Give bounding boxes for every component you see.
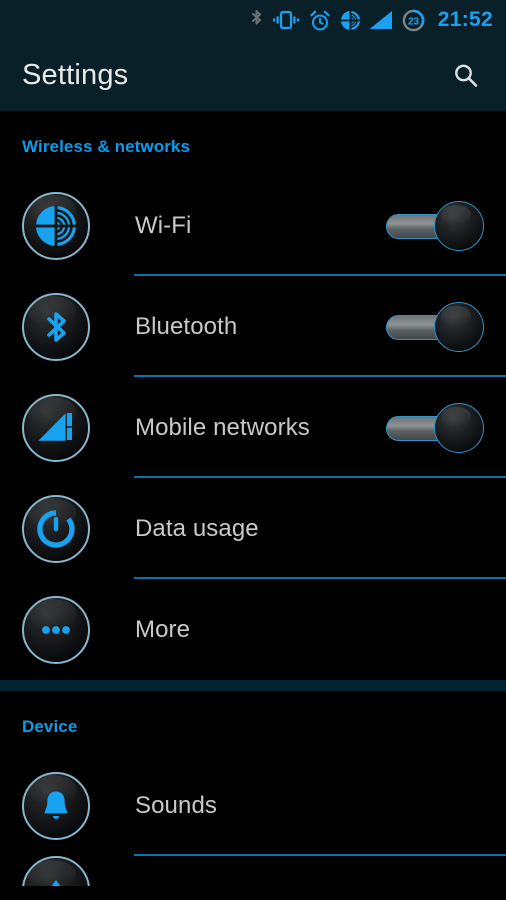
- alarm-clock-icon: [309, 10, 331, 31]
- page-title: Settings: [22, 59, 129, 91]
- bluetooth-icon: [22, 292, 90, 361]
- settings-row-sounds[interactable]: Sounds: [0, 755, 506, 856]
- bluetooth-icon: [250, 9, 263, 31]
- settings-row-label: Wi-Fi: [135, 211, 192, 239]
- settings-row-label: Data usage: [135, 514, 259, 542]
- settings-row-label: Sounds: [135, 791, 217, 819]
- settings-row-mobile-networks[interactable]: Mobile networks: [0, 377, 506, 478]
- action-bar: Settings: [0, 40, 506, 111]
- status-bar-clock: 21:52: [437, 8, 493, 31]
- battery-level-text: 23: [408, 16, 420, 27]
- settings-screen: 23 21:52 Settings Wireless & networks Wi…: [0, 0, 506, 900]
- battery-icon: 23: [402, 9, 425, 32]
- display-icon: [22, 856, 90, 886]
- wifi-icon: [340, 10, 361, 31]
- settings-row-partial[interactable]: [0, 856, 506, 886]
- wifi-icon: [22, 191, 90, 260]
- cellular-signal-icon: [22, 393, 90, 462]
- cellular-signal-icon: [369, 10, 393, 30]
- toggle-knob[interactable]: [434, 200, 484, 251]
- settings-row-wifi[interactable]: Wi-Fi: [0, 175, 506, 276]
- wifi-toggle[interactable]: [386, 200, 484, 251]
- section-separator: [0, 680, 506, 691]
- bell-icon: [22, 771, 90, 840]
- vibrate-icon: [272, 10, 300, 30]
- search-icon[interactable]: [444, 54, 488, 98]
- settings-row-label: Mobile networks: [135, 413, 310, 441]
- status-bar: 23 21:52: [0, 0, 506, 40]
- section-header-device: Device: [22, 717, 78, 736]
- row-divider: [134, 854, 506, 856]
- settings-row-label: More: [135, 615, 191, 643]
- toggle-knob[interactable]: [434, 301, 484, 352]
- mobile-networks-toggle[interactable]: [386, 402, 484, 453]
- settings-row-data-usage[interactable]: Data usage: [0, 478, 506, 579]
- data-usage-icon: [22, 494, 90, 563]
- settings-list: Wireless & networks Wi-Fi Bluetooth Mobi…: [0, 111, 506, 886]
- settings-row-label: Bluetooth: [135, 312, 238, 340]
- more-dots-icon: [22, 595, 90, 664]
- settings-row-bluetooth[interactable]: Bluetooth: [0, 276, 506, 377]
- toggle-knob[interactable]: [434, 402, 484, 453]
- section-header-wireless: Wireless & networks: [22, 137, 191, 156]
- settings-row-more[interactable]: More: [0, 579, 506, 680]
- bluetooth-toggle[interactable]: [386, 301, 484, 352]
